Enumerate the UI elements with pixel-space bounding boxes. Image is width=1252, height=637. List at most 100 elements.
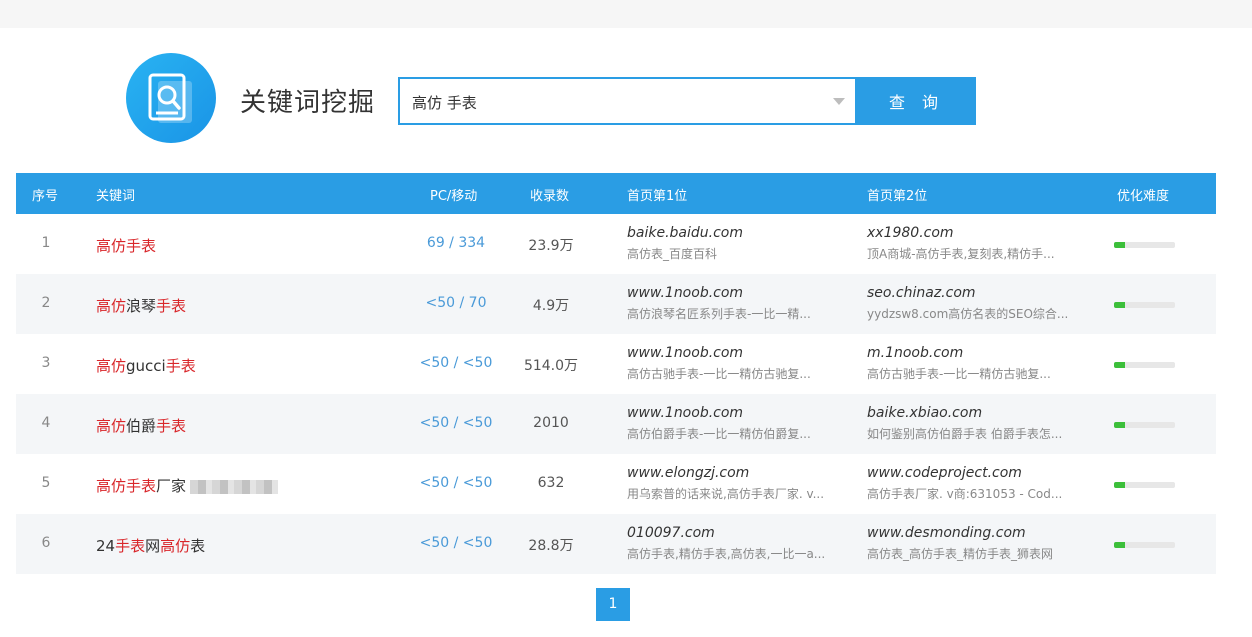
rank1-desc: 高仿古驰手表-一比一精仿古驰复... [627, 367, 811, 381]
difficulty-bar [1114, 242, 1175, 248]
table-header: 序号 关键词 PC/移动 收录数 首页第1位 首页第2位 优化难度 [16, 173, 1216, 214]
keyword-link[interactable]: 高仿手表厂家 [96, 475, 279, 496]
rank2-domain[interactable]: m.1noob.com [867, 345, 1097, 361]
keyword-link[interactable]: 高仿gucci手表 [96, 355, 196, 376]
table-row: 3 高仿gucci手表 <50 / <50 514.0万 www.1noob.com 高仿… [16, 334, 1216, 394]
rank1-result[interactable]: www.1noob.com 高仿浪琴名匠系列手表-一比一精... [627, 285, 849, 322]
col-header-pc-mobile: PC/移动 [430, 189, 478, 204]
rank2-result[interactable]: seo.chinaz.com yydzsw8.com高仿名表的SEO综合... [867, 285, 1097, 322]
search-box[interactable] [398, 77, 857, 125]
rank2-domain[interactable]: baike.xbiao.com [867, 405, 1097, 421]
row-number: 4 [41, 415, 51, 431]
index-count: 4.9万 [532, 298, 570, 314]
keyword-part: 高仿 [96, 297, 127, 315]
keyword-part: 高仿 [96, 357, 127, 375]
keyword-table: 序号 关键词 PC/移动 收录数 首页第1位 首页第2位 优化难度 1 高仿手表 6… [16, 173, 1216, 574]
index-count: 28.8万 [528, 538, 574, 554]
rank2-domain[interactable]: www.codeproject.com [867, 465, 1097, 481]
keyword-part: 高仿手表 [96, 477, 157, 495]
rank2-desc: yydzsw8.com高仿名表的SEO综合... [867, 307, 1069, 321]
rank2-result[interactable]: m.1noob.com 高仿古驰手表-一比一精仿古驰复... [867, 345, 1097, 382]
difficulty-bar [1114, 482, 1175, 488]
search-document-icon [148, 73, 192, 123]
rank1-domain[interactable]: www.1noob.com [627, 405, 849, 421]
rank1-domain[interactable]: www.elongzj.com [627, 465, 849, 481]
rank1-domain[interactable]: www.1noob.com [627, 285, 849, 301]
rank1-result[interactable]: www.elongzj.com 用乌索普的话来说,高仿手表厂家. v... [627, 465, 849, 502]
rank2-domain[interactable]: seo.chinaz.com [867, 285, 1097, 301]
difficulty-bar [1114, 422, 1175, 428]
caret-down-icon[interactable] [833, 98, 845, 105]
keyword-part: 高仿 [96, 417, 127, 435]
index-count: 23.9万 [528, 238, 574, 254]
row-number: 5 [41, 475, 51, 491]
table-row: 2 高仿浪琴手表 <50 / 70 4.9万 www.1noob.com 高仿浪琴名匠系列… [16, 274, 1216, 334]
col-header-no: 序号 [32, 189, 59, 204]
rank2-desc: 顶A商城-高仿手表,复刻表,精仿手... [867, 247, 1055, 261]
difficulty-bar [1114, 362, 1175, 368]
pager-page-1[interactable]: 1 [596, 588, 630, 621]
keyword-part: gucci [126, 357, 166, 375]
index-count: 632 [537, 475, 565, 491]
rank1-domain[interactable]: www.1noob.com [627, 345, 849, 361]
difficulty-fill [1114, 422, 1125, 428]
keyword-part: 24 [96, 537, 116, 555]
table-row: 6 24手表网高仿表 <50 / <50 28.8万 010097.com 高仿手表,精仿… [16, 514, 1216, 574]
keyword-part: 网 [145, 537, 161, 555]
rank1-result[interactable]: baike.baidu.com 高仿表_百度百科 [627, 225, 849, 262]
rank2-desc: 高仿表_高仿手表_精仿手表_狮表网 [867, 547, 1054, 561]
difficulty-fill [1114, 482, 1125, 488]
pc-mobile-value: <50 / <50 [419, 415, 493, 431]
rank1-result[interactable]: www.1noob.com 高仿古驰手表-一比一精仿古驰复... [627, 345, 849, 382]
top-bar [0, 0, 1252, 28]
rank2-result[interactable]: www.codeproject.com 高仿手表厂家. v商:631053 - C… [867, 465, 1097, 502]
col-header-rank2: 首页第2位 [867, 189, 928, 204]
keyword-link[interactable]: 24手表网高仿表 [96, 535, 205, 556]
logo [126, 53, 216, 143]
row-number: 6 [41, 535, 51, 551]
pc-mobile-value: <50 / <50 [419, 355, 493, 371]
rank1-desc: 高仿手表,精仿手表,高仿表,一比一a... [627, 547, 826, 561]
col-header-rank1: 首页第1位 [627, 189, 688, 204]
rank1-result[interactable]: 010097.com 高仿手表,精仿手表,高仿表,一比一a... [627, 525, 849, 562]
page-title: 关键词挖掘 [240, 88, 376, 118]
keyword-link[interactable]: 高仿伯爵手表 [96, 415, 186, 436]
rank2-result[interactable]: xx1980.com 顶A商城-高仿手表,复刻表,精仿手... [867, 225, 1097, 262]
keyword-part: 手表 [115, 537, 146, 555]
rank1-desc: 用乌索普的话来说,高仿手表厂家. v... [627, 487, 825, 501]
keyword-link[interactable]: 高仿手表 [96, 235, 156, 256]
keyword-part: 手表 [156, 417, 187, 435]
pc-mobile-value: <50 / <50 [419, 535, 493, 551]
col-header-difficulty: 优化难度 [1117, 189, 1170, 204]
row-number: 3 [41, 355, 51, 371]
rank2-desc: 高仿古驰手表-一比一精仿古驰复... [867, 367, 1051, 381]
table-row: 4 高仿伯爵手表 <50 / <50 2010 www.1noob.com 高仿伯爵手表-… [16, 394, 1216, 454]
rank2-desc: 高仿手表厂家. v商:631053 - Cod... [867, 487, 1063, 501]
keyword-link[interactable]: 高仿浪琴手表 [96, 295, 186, 316]
rank1-domain[interactable]: 010097.com [627, 525, 849, 541]
keyword-part: 浪琴 [126, 297, 157, 315]
pc-mobile-value: <50 / <50 [419, 475, 493, 491]
rank1-domain[interactable]: baike.baidu.com [627, 225, 849, 241]
rank1-desc: 高仿浪琴名匠系列手表-一比一精... [627, 307, 811, 321]
rank2-result[interactable]: www.desmonding.com 高仿表_高仿手表_精仿手表_狮表网 [867, 525, 1097, 562]
search-button[interactable]: 查 询 [857, 77, 976, 125]
pc-mobile-value: 69 / 334 [426, 235, 486, 251]
difficulty-fill [1114, 242, 1125, 248]
rank2-result[interactable]: baike.xbiao.com 如何鉴别高仿伯爵手表 伯爵手表怎... [867, 405, 1097, 442]
row-number: 2 [41, 295, 51, 311]
blurred-text [190, 479, 279, 494]
difficulty-fill [1114, 362, 1125, 368]
index-count: 2010 [533, 415, 569, 431]
rank2-domain[interactable]: www.desmonding.com [867, 525, 1097, 541]
search-input[interactable] [412, 91, 822, 113]
table-body: 1 高仿手表 69 / 334 23.9万 baike.baidu.com 高仿表_百度百… [16, 214, 1216, 574]
rank2-domain[interactable]: xx1980.com [867, 225, 1097, 241]
rank2-desc: 如何鉴别高仿伯爵手表 伯爵手表怎... [867, 427, 1063, 441]
difficulty-bar [1114, 302, 1175, 308]
col-header-count: 收录数 [530, 189, 570, 204]
keyword-part: 高仿手表 [96, 237, 157, 255]
keyword-part: 手表 [156, 297, 187, 315]
keyword-part: 表 [190, 537, 206, 555]
rank1-result[interactable]: www.1noob.com 高仿伯爵手表-一比一精仿伯爵复... [627, 405, 849, 442]
